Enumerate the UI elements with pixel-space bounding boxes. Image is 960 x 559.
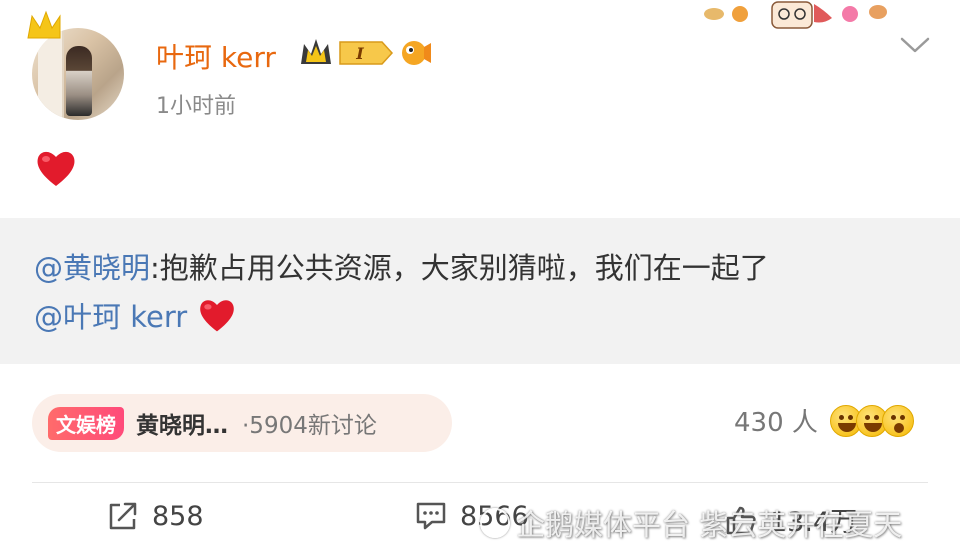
avatar[interactable] [24, 8, 134, 124]
mention-link-2[interactable]: @叶珂 kerr [34, 294, 187, 336]
penguin-logo-icon [480, 508, 510, 538]
topic-title: 黄晓明… [136, 413, 228, 439]
repost-quote-block[interactable] [0, 218, 960, 364]
level-badge[interactable]: I [338, 38, 394, 68]
username[interactable]: 叶珂 kerr [156, 36, 276, 76]
trending-topic-pill[interactable]: 文娱榜 黄晓明… ·5904新讨论 [32, 394, 452, 452]
divider [32, 482, 928, 483]
share-icon [109, 502, 137, 530]
share-button[interactable]: 858 [106, 500, 204, 532]
fish-icon [402, 41, 431, 65]
quote-body: :抱歉占用公共资源，大家别猜啦，我们在一起了 [150, 251, 769, 285]
user-badges: I [298, 36, 432, 70]
watermark: 企鹅媒体平台 紫云英开在夏天 [480, 502, 902, 544]
decoration-sticker-strip [704, 1, 887, 29]
post-timestamp: 1小时前 [156, 94, 236, 119]
watermark-text: 企鹅媒体平台 紫云英开在夏天 [516, 508, 903, 542]
chevron-down-icon[interactable] [898, 34, 932, 56]
quote-text: @黄晓明:抱歉占用公共资源，大家别猜啦，我们在一起了 [34, 245, 769, 287]
quote-text-line2: @叶珂 kerr [34, 294, 237, 336]
reaction-count: 430 人 [734, 408, 818, 438]
share-count: 858 [152, 500, 204, 532]
topic-discussion-count: ·5904新讨论 [242, 413, 377, 439]
surprised-emoji-icon [881, 404, 914, 437]
svg-text:I: I [355, 44, 364, 63]
heart-icon [37, 151, 75, 186]
vip-crown-icon [301, 39, 331, 64]
crown-icon [27, 10, 61, 39]
comment-icon [416, 502, 446, 530]
topic-tag: 文娱榜 [48, 406, 124, 440]
reaction-summary[interactable]: 430 人 [734, 402, 914, 439]
heart-icon [200, 300, 234, 332]
mention-link[interactable]: @黄晓明 [34, 251, 150, 285]
